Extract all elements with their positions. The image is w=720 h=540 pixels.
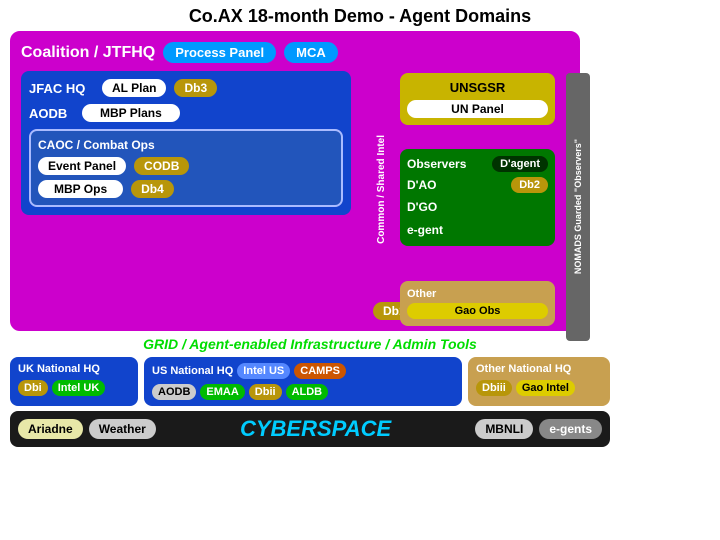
codb-button[interactable]: CODB [134, 157, 189, 175]
mbp-ops-button[interactable]: MBP Ops [38, 180, 123, 198]
us-box-title-row: US National HQ Intel US CAMPS [152, 363, 454, 379]
caoc-title: CAOC / Combat Ops [38, 138, 334, 152]
us-btns-row: AODB EMAA Dbii ALDB [152, 384, 454, 400]
coalition-header: Coalition / JTFHQ Process Panel MCA [21, 42, 569, 63]
page-title: Co.AX 18-month Demo - Agent Domains [0, 0, 720, 31]
egent-label: e-gent [407, 223, 443, 237]
gao-obs-button[interactable]: Gao Obs [407, 303, 548, 319]
observers-row: Observers D'agent [407, 156, 548, 172]
other-label: Other [407, 288, 548, 300]
inner-blue-area: JFAC HQ AL Plan Db3 AODB MBP Plans CAOC … [21, 71, 351, 215]
dbiii-button[interactable]: Dbiii [476, 380, 512, 396]
aodb-label: AODB [29, 106, 74, 121]
dao-label: D'AO [407, 178, 437, 192]
jfac-row: JFAC HQ AL Plan Db3 [29, 79, 343, 97]
other-area: Other Gao Obs [400, 281, 555, 326]
weather-button[interactable]: Weather [89, 419, 156, 439]
event-panel-button[interactable]: Event Panel [38, 157, 126, 175]
us-aodb-button[interactable]: AODB [152, 384, 196, 400]
process-panel-button[interactable]: Process Panel [163, 42, 276, 63]
caoc-row1: Event Panel CODB [38, 157, 334, 175]
caoc-row2: MBP Ops Db4 [38, 180, 334, 198]
unsgsr-box: UNSGSR UN Panel [400, 73, 555, 125]
db3-button[interactable]: Db3 [174, 79, 217, 97]
uk-btns-row: Dbi Intel UK [18, 380, 130, 396]
egents-button[interactable]: e-gents [539, 419, 602, 439]
dagent-button[interactable]: D'agent [492, 156, 548, 172]
db2-button[interactable]: Db2 [511, 177, 548, 193]
us-national-hq-box: US National HQ Intel US CAMPS AODB EMAA … [144, 357, 462, 406]
right-green-area: Observers D'agent D'AO Db2 D'GO e-gent [400, 149, 555, 246]
intel-us-button[interactable]: Intel US [237, 363, 290, 379]
aodb-row: AODB MBP Plans [29, 104, 343, 122]
unsgsr-title: UNSGSR [407, 80, 548, 95]
dgo-row: D'GO [407, 198, 548, 216]
al-plan-button[interactable]: AL Plan [102, 79, 166, 97]
jfac-hq-label: JFAC HQ [29, 81, 94, 96]
observers-label: Observers [407, 157, 466, 171]
mbnli-button[interactable]: MBNLI [475, 419, 533, 439]
grid-label: GRID / Agent-enabled Infrastructure / Ad… [10, 336, 610, 352]
db4-button[interactable]: Db4 [131, 180, 174, 198]
dao-row: D'AO Db2 [407, 177, 548, 193]
aldb-button[interactable]: ALDB [286, 384, 329, 400]
bottom-bar: Ariadne Weather CYBERSPACE MBNLI e-gents [10, 411, 610, 447]
other-national-hq-box: Other National HQ Dbiii Gao Intel [468, 357, 610, 406]
shared-intel-bar: Common / Shared Intel [368, 70, 394, 308]
egent-row: e-gent [407, 221, 548, 239]
nomads-text: NOMADS Guarded "Observers" [566, 73, 590, 341]
other-box-title: Other National HQ [476, 363, 602, 375]
mca-button[interactable]: MCA [284, 42, 338, 63]
other-btns-row: Dbiii Gao Intel [476, 380, 602, 396]
bottom-boxes-row: UK National HQ Dbi Intel UK US National … [10, 357, 610, 406]
ariadne-button[interactable]: Ariadne [18, 419, 83, 439]
us-box-title: US National HQ [152, 365, 233, 377]
intel-uk-button[interactable]: Intel UK [52, 380, 106, 396]
uk-box-title: UK National HQ [18, 363, 130, 375]
mbp-plans-button[interactable]: MBP Plans [82, 104, 180, 122]
uk-national-hq-box: UK National HQ Dbi Intel UK [10, 357, 138, 406]
caoc-box: CAOC / Combat Ops Event Panel CODB MBP O… [29, 129, 343, 207]
dbii-button[interactable]: Dbii [249, 384, 282, 400]
emaa-button[interactable]: EMAA [200, 384, 244, 400]
un-panel-button[interactable]: UN Panel [407, 100, 548, 118]
dbi-button[interactable]: Dbi [18, 380, 48, 396]
dgo-label: D'GO [407, 200, 437, 214]
gao-intel-button[interactable]: Gao Intel [516, 380, 575, 396]
coalition-title: Coalition / JTFHQ [21, 44, 155, 62]
camps-button[interactable]: CAMPS [294, 363, 346, 379]
cyberspace-label: CYBERSPACE [162, 416, 469, 442]
